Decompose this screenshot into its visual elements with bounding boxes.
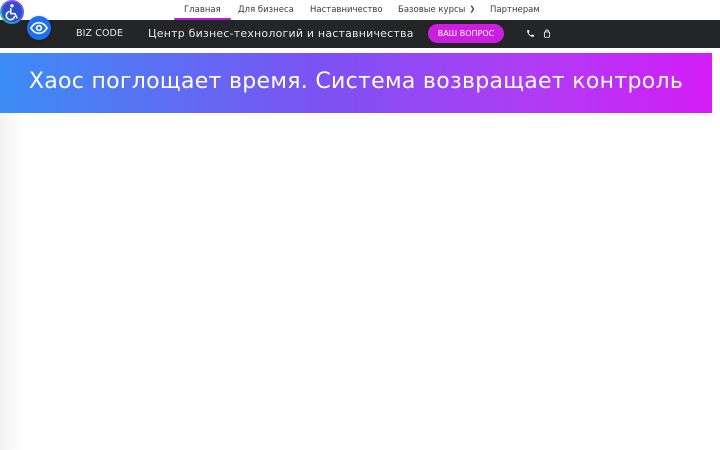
hero-title: Хаос поглощает время. Система возвращает…	[28, 69, 684, 94]
hero-banner: Хаос поглощает время. Система возвращает…	[0, 53, 712, 113]
header-bar: BIZ CODE Центр бизнес-технологий и наста…	[0, 20, 720, 48]
ask-question-button[interactable]: ВАШ ВОПРОС	[428, 24, 504, 43]
nav-item-basic-courses[interactable]: Базовые курсы ❯	[398, 5, 475, 15]
left-edge-shadow	[0, 113, 24, 450]
top-navigation: Главная Для бизнеса Наставничество Базов…	[0, 0, 720, 20]
nav-item-home[interactable]: Главная	[174, 5, 231, 20]
nav-item-partners[interactable]: Партнерам	[490, 5, 540, 15]
phone-icon[interactable]	[526, 29, 535, 38]
bag-icon[interactable]	[543, 29, 551, 38]
nav-item-mentoring[interactable]: Наставничество	[310, 5, 383, 15]
chevron-down-icon: ❯	[469, 5, 476, 13]
nav-item-basic-courses-label: Базовые курсы	[398, 5, 466, 15]
header-tagline: Центр бизнес-технологий и наставничества	[148, 27, 414, 40]
eye-icon	[30, 21, 48, 35]
nav-item-for-business[interactable]: Для бизнеса	[238, 5, 294, 15]
brand-logo[interactable]: BIZ CODE	[76, 28, 123, 39]
visibility-button[interactable]	[27, 16, 51, 40]
accessibility-button-inner	[2, 2, 22, 22]
accessibility-button[interactable]	[0, 0, 24, 24]
accessibility-icon	[5, 4, 18, 21]
